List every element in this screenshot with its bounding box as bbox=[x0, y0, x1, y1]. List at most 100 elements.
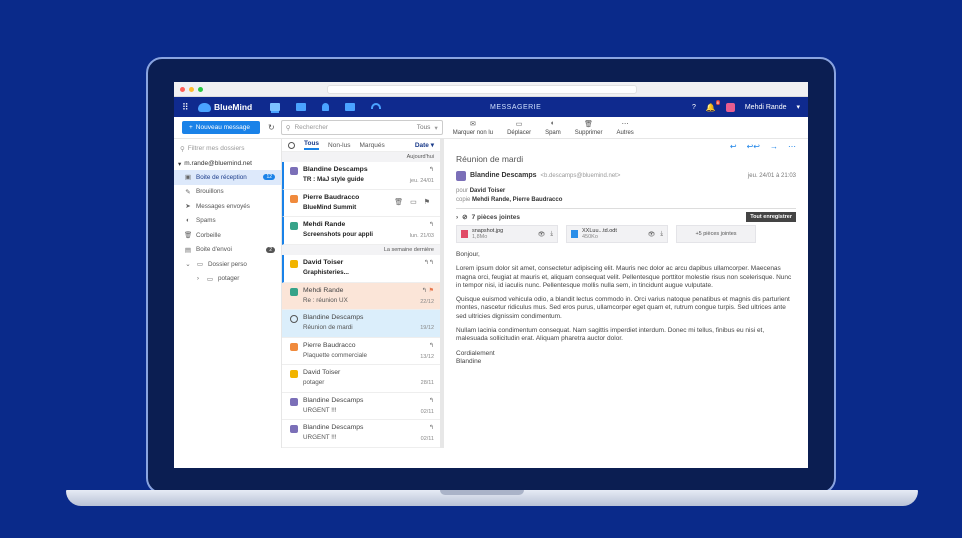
more-icon[interactable]: ⋯ bbox=[788, 142, 796, 151]
chevron-right-icon[interactable]: › bbox=[456, 214, 458, 221]
mark-unread-button[interactable]: ✉ Marquer non lu bbox=[453, 120, 493, 136]
list-item[interactable]: David Toiser potager 28/11 bbox=[282, 365, 440, 393]
account-toggle[interactable]: ▾ m.rande@bluemind.net bbox=[174, 158, 281, 170]
sender-email: <b.descamps@bluemind.net> bbox=[540, 172, 621, 179]
tab-unread[interactable]: Non-lus bbox=[328, 142, 350, 149]
folder-icon: ▭ bbox=[206, 275, 214, 283]
app-name: BlueMind bbox=[214, 102, 253, 112]
message-reader: ↩ ↩↩ → ⋯ Réunion de mardi Blandine Desca… bbox=[444, 139, 808, 448]
dashboard-app-icon[interactable] bbox=[371, 103, 382, 109]
sender-name[interactable]: Blandine Descamps bbox=[470, 172, 537, 179]
download-icon[interactable]: ⤓ bbox=[550, 231, 553, 238]
minimize-window-dot[interactable] bbox=[189, 86, 194, 92]
attachment-item[interactable]: XXLuu...td.odt 450Ko 👁 ⤓ bbox=[566, 225, 668, 243]
sidebar-item-sent[interactable]: ➤ Messages envoyés bbox=[174, 199, 281, 214]
list-item[interactable]: David Toiser Graphisteries... ↰↰ bbox=[282, 254, 440, 283]
app-grid-icon[interactable]: ⠿ bbox=[182, 102, 194, 113]
more-attachments-button[interactable]: +5 pièces jointes bbox=[676, 225, 756, 243]
sidebar-item-trash[interactable]: 🗑 Corbeille bbox=[174, 228, 281, 243]
paragraph: Nullam lacinia condimentum consequat. Na… bbox=[456, 327, 765, 343]
refresh-icon[interactable]: ↻ bbox=[268, 123, 275, 132]
message-subject: Re : réunion UX bbox=[303, 296, 348, 304]
outbox-badge: 2 bbox=[266, 246, 275, 253]
attachment-size: 450Ko bbox=[582, 234, 598, 240]
move-icon[interactable]: ▭ bbox=[410, 198, 417, 206]
list-item[interactable]: Mehdi Rande Screenshots pour appli ↰ lun. … bbox=[282, 217, 440, 245]
list-item[interactable]: Blandine Descamps TR : MaJ style guide ↰ j… bbox=[282, 162, 440, 190]
forward-icon[interactable]: → bbox=[770, 142, 778, 151]
spam-button[interactable]: ◐ Spam bbox=[545, 120, 561, 136]
folder-filter-input[interactable]: ⚲ Filtrer mes dossiers bbox=[174, 143, 281, 158]
folder-label: Boite de réception bbox=[196, 173, 247, 181]
tab-all[interactable]: Tous bbox=[304, 140, 320, 151]
message-sender: Blandine Descamps bbox=[303, 166, 368, 174]
flag-icon[interactable]: ⚑ bbox=[424, 198, 430, 206]
date-separator: Aujourd'hui bbox=[282, 152, 440, 163]
greeting: Bonjour, bbox=[456, 251, 480, 258]
sidebar-item-dossier-perso[interactable]: ⌄ ▭ Dossier perso bbox=[174, 257, 281, 272]
folder-label: Messages envoyés bbox=[196, 202, 250, 210]
list-item[interactable]: Mehdi Rande Re : réunion UX ↰ ⚑ 22/12 bbox=[282, 282, 440, 311]
mail-app-icon[interactable] bbox=[270, 103, 281, 111]
list-item[interactable]: Pierre Baudracco BlueMind Summit 🗑 ▭ ⚑ bbox=[282, 189, 440, 218]
download-icon[interactable]: ⤓ bbox=[660, 231, 663, 238]
reply-icon[interactable]: ↩ bbox=[730, 142, 737, 151]
reply-icon: ↰ bbox=[428, 425, 434, 432]
list-item[interactable]: Pierre Baudracco Plaquette commerciale ↰ 1… bbox=[282, 338, 440, 366]
files-app-icon[interactable] bbox=[345, 103, 356, 111]
select-all-checkbox[interactable] bbox=[288, 141, 295, 149]
list-item[interactable]: Blandine Descamps URGENT !!! ↰ 02/11 bbox=[282, 420, 440, 448]
action-label: Déplacer bbox=[507, 129, 532, 136]
eye-icon[interactable]: 👁 bbox=[538, 231, 546, 238]
contacts-app-icon[interactable] bbox=[322, 103, 330, 111]
message-sender: David Toiser bbox=[303, 258, 344, 266]
trash-icon[interactable]: 🗑 bbox=[394, 198, 403, 206]
attachment-item[interactable]: snapshot.jpg 1,8Mo 👁 ⤓ bbox=[456, 225, 558, 243]
tab-flagged[interactable]: Marqués bbox=[359, 142, 384, 149]
notification-bell-icon[interactable]: 🔔 8 bbox=[706, 99, 720, 112]
close-window-dot[interactable] bbox=[180, 86, 185, 92]
message-date: 02/11 bbox=[420, 408, 434, 415]
sort-select[interactable]: Date ▾ bbox=[415, 141, 434, 149]
reply-icon: ↰ bbox=[428, 222, 434, 229]
sidebar-item-outbox[interactable]: ▤ Boite d'envoi 2 bbox=[174, 243, 281, 258]
message-date: jeu. 24/01 bbox=[409, 178, 434, 185]
eye-icon[interactable]: 👁 bbox=[648, 231, 656, 238]
avatar[interactable] bbox=[725, 102, 735, 112]
to-recipients: David Toiser bbox=[469, 188, 506, 194]
maximize-window-dot[interactable] bbox=[198, 86, 203, 92]
search-icon: ⚲ bbox=[285, 124, 291, 132]
to-label: pour bbox=[456, 188, 469, 194]
sidebar-item-drafts[interactable]: ✎ Brouillons bbox=[174, 185, 281, 200]
search-scope-select[interactable]: Tous bbox=[417, 124, 431, 131]
search-input[interactable]: ⚲ Rechercher Tous ▾ bbox=[280, 120, 443, 135]
move-button[interactable]: ▭ Déplacer bbox=[507, 120, 531, 136]
sidebar-item-potager[interactable]: › ▭ potager bbox=[174, 272, 281, 287]
signature-name: Blandine bbox=[456, 357, 482, 365]
user-name[interactable]: Mehdi Rande bbox=[745, 104, 787, 111]
list-item[interactable]: Blandine Descamps Réunion de mardi 19/12 bbox=[282, 310, 440, 338]
list-filter-tabs: Tous Non-lus Marqués Date ▾ bbox=[282, 139, 440, 153]
new-message-button[interactable]: + Nouveau message bbox=[182, 121, 260, 134]
save-all-button[interactable]: Tout enregistrer bbox=[746, 212, 796, 222]
message-list: Tous Non-lus Marqués Date ▾ Aujourd'hui … bbox=[282, 139, 444, 448]
attachments-list: snapshot.jpg 1,8Mo 👁 ⤓ XXLuu...td.odt 450Ko… bbox=[456, 225, 796, 243]
delete-button[interactable]: 🗑 Supprimer bbox=[575, 120, 603, 136]
calendar-app-icon[interactable] bbox=[296, 103, 307, 111]
message-subject: TR : MaJ style guide bbox=[303, 176, 364, 184]
sidebar-item-inbox[interactable]: ▣ Boite de réception 12 bbox=[174, 170, 281, 185]
url-bar[interactable] bbox=[327, 84, 637, 94]
chevron-down-icon[interactable]: ▾ bbox=[796, 103, 800, 111]
message-subject: URGENT !!! bbox=[303, 434, 337, 442]
bluemind-logo[interactable]: BlueMind bbox=[198, 102, 252, 112]
more-actions-button[interactable]: ⋯ Autres bbox=[616, 120, 633, 136]
paragraph: Lorem ipsum dolor sit amet, consectetur … bbox=[456, 265, 792, 289]
select-checkbox[interactable] bbox=[290, 315, 298, 324]
reply-all-icon[interactable]: ↩↩ bbox=[747, 142, 760, 151]
message-actions: ✉ Marquer non lu ▭ Déplacer ◐ Spam 🗑 Supprim… bbox=[453, 120, 634, 136]
list-item[interactable]: Blandine Descamps URGENT !!! ↰ 02/11 bbox=[282, 393, 440, 421]
help-icon[interactable]: ? bbox=[692, 104, 696, 111]
sidebar-item-spam[interactable]: ◐ Spams bbox=[174, 214, 281, 229]
unread-badge: 12 bbox=[263, 174, 275, 181]
